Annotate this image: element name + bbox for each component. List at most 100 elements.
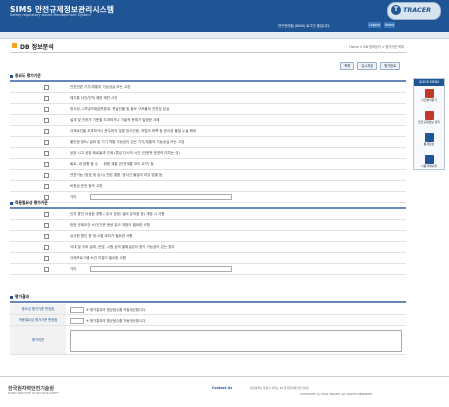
importance-criterion-text: 회로, 내 방향 중 수 ㆍ 위험 계통 (안전계통 모드 요구) 등 [70, 162, 154, 166]
applicability-etc-input[interactable] [90, 266, 232, 272]
importance-table: 안전관련 기기/계통의 기능상실 또는 고장제거통 사건/인적 제한 제반 사건… [10, 82, 406, 203]
applicability-etc-label: 기타 [70, 267, 77, 271]
importance-score-note: ※ 평가결과의 평균점수를 자동계산합니다. [86, 308, 147, 312]
list-button[interactable]: 목록 [340, 62, 355, 70]
importance-title-text: 중요도 평가기준 [15, 73, 41, 78]
importance-criterion-text: 제거통 사건/인적 제한 제반 사건 [70, 96, 118, 100]
book-icon [424, 155, 434, 164]
importance-criterion-checkbox[interactable] [44, 118, 49, 123]
importance-criterion-row: 안전기능 (방호 및 감시) 관련 결함, 방사선 물질의 과잉 방출 등 [10, 170, 406, 181]
site-logo-subtitle: Safety regulatory Issues Management Syst… [10, 13, 91, 17]
applicability-score-input[interactable] [70, 318, 84, 324]
importance-criterion-text: 비정상 운전 등의 고장 [70, 184, 103, 188]
home-button[interactable]: Home [384, 22, 395, 28]
applicability-etc-checkbox[interactable] [44, 267, 49, 272]
user-info: 연구관리팀 (KINS) 로그인 중입니다. [278, 24, 331, 28]
applicability-table: 인지 중인 이상한 경향 ( 유사 공정/ 설비 유의점 등) 개정 시 사항현… [10, 209, 406, 275]
importance-criterion-row: 안전관련 기기/계통의 기능상실 또는 고장 [10, 82, 406, 93]
applicability-criterion-text: 현장 규제요건 소관/기준 현상 유사 개정이 필요한 사항 [70, 223, 150, 227]
logout-button[interactable]: Logout [368, 22, 381, 28]
tracer-mark-icon: T [391, 5, 401, 15]
opinion-row: 평가의견 [10, 326, 406, 355]
complete-button[interactable]: 평가완료 [380, 62, 400, 70]
judgement-title-text: 평가결과 [15, 294, 29, 299]
applicability-criterion-checkbox[interactable] [44, 256, 49, 261]
contact-us-link[interactable]: Contact Us [212, 386, 232, 390]
applicability-criterion-text: 국내 및 국외 설계, 운영, 시험 상의 불확실성이 증가 가능성이 있는 경… [70, 245, 175, 249]
applicability-title-text: 적용필요성 평가기준 [15, 200, 48, 205]
applicability-criterion-checkbox[interactable] [44, 234, 49, 239]
breadcrumb: Home > DB 정보분석 > 평가기준 목록 [349, 45, 404, 49]
importance-criterion-row: 비정상 운전 등의 고장 [10, 181, 406, 192]
importance-criterion-text: 안전관련 기기/계통의 기능상실 또는 고장 [70, 85, 131, 89]
applicability-criterion-text: 유사한 원인 등 재 시험 조치가 필요한 사항 [70, 234, 133, 238]
importance-criterion-row: 설계 및 인허가 기준을 초과하거나 기술적 문제가 발생한 사례 [10, 115, 406, 126]
title-bullet-icon [12, 43, 17, 48]
applicability-criterion-text: 규제프로그램 소관 지침이 필요한 사항 [70, 256, 126, 260]
importance-score-input[interactable] [70, 307, 84, 313]
quick-menu: QUICK MENU 사건분석평가안전규제정보 관리통계정보사용자매뉴얼 [413, 78, 445, 170]
importance-criterion-text: 규제요건을 초과하거나 준수하지 않음 방사선량, 작업자 피폭 등 방사성 물… [70, 129, 197, 133]
action-buttons: 목록 임시저장 평가완료 [338, 62, 400, 70]
footer-copyright: COPYRIGHT (C) 2009 TRACER. ALL RIGHTS RE… [300, 392, 374, 396]
importance-section-title: 중요도 평가기준 [10, 73, 406, 79]
page-title: DB 정보분석 [20, 44, 54, 51]
judgement-divider [10, 301, 406, 303]
monitor-icon [424, 111, 434, 120]
importance-criterion-checkbox[interactable] [44, 184, 49, 189]
applicability-criterion-row: 현장 규제요건 소관/기준 현상 유사 개정이 필요한 사항 [10, 220, 406, 231]
applicability-criterion-checkbox[interactable] [44, 212, 49, 217]
importance-criterion-row: 불안정 정도/ 설비 및 기기 역할 가능성이 있는 기기/계통의 기능상실 또… [10, 137, 406, 148]
quick-menu-title: QUICK MENU [414, 79, 444, 86]
applicability-score-row: 적용필요성 평가기준 판정점 ※ 평가결과의 평균점수를 자동계산합니다. [10, 315, 406, 326]
importance-criterion-checkbox[interactable] [44, 151, 49, 156]
importance-criterion-checkbox[interactable] [44, 107, 49, 112]
footer-logo-subtitle: KOREA INSTITUTE OF NUCLEAR SAFETY [8, 392, 60, 395]
quick-menu-label: 사용자매뉴얼 [421, 164, 437, 168]
tracer-logo: T TRACER [387, 2, 441, 20]
applicability-criterion-text: 인지 중인 이상한 경향 ( 유사 공정/ 설비 유의점 등) 개정 시 사항 [70, 212, 165, 216]
quick-menu-item[interactable]: 사용자매뉴얼 [414, 155, 444, 174]
importance-criterion-checkbox[interactable] [44, 162, 49, 167]
section-bullet-icon [10, 201, 13, 205]
main-content: DB 정보분석 Home > DB 정보분석 > 평가기준 목록 목록 임시저장… [10, 40, 406, 370]
importance-criterion-text: 안전기능 (방호 및 감시) 관련 결함, 방사선 물질의 과잉 방출 등 [70, 173, 163, 177]
quick-menu-item[interactable]: 안전규제정보 관리 [414, 111, 444, 130]
quick-menu-item[interactable]: 사건분석평가 [414, 89, 444, 108]
footer: 한국원자력안전기술원 KOREA INSTITUTE OF NUCLEAR SA… [0, 376, 449, 407]
applicability-etc-row: 기타 [10, 264, 406, 275]
applicability-criterion-row: 유사한 원인 등 재 시험 조치가 필요한 사항 [10, 231, 406, 242]
applicability-criterion-row: 규제프로그램 소관 지침이 필요한 사항 [10, 253, 406, 264]
quick-menu-label: 안전규제정보 관리 [417, 120, 441, 124]
search-icon [424, 133, 434, 142]
applicability-criterion-row: 국내 및 국외 설계, 운영, 시험 상의 불확실성이 증가 가능성이 있는 경… [10, 242, 406, 253]
importance-criterion-row: 방사성, 1차냉각재압력경계, 격납건물 및 중요 구조물의 건전성 상실 [10, 104, 406, 115]
section-bullet-icon [10, 74, 13, 78]
quick-menu-label: 통계정보 [423, 142, 435, 146]
importance-criterion-checkbox[interactable] [44, 96, 49, 101]
opinion-textarea[interactable] [70, 330, 402, 352]
importance-criterion-checkbox[interactable] [44, 140, 49, 145]
importance-criterion-text: 불안정 정도/ 설비 및 기기 역할 가능성이 있는 기기/계통의 기능상실 또… [70, 140, 185, 144]
importance-criterion-row: 제거통 사건/인적 제한 제반 사건 [10, 93, 406, 104]
importance-criterion-checkbox[interactable] [44, 85, 49, 90]
top-header: SIMS 안전규제정보관리시스템 Safety regulatory Issue… [0, 0, 449, 32]
section-bullet-icon [10, 295, 13, 299]
importance-criterion-checkbox[interactable] [44, 129, 49, 134]
applicability-criterion-checkbox[interactable] [44, 223, 49, 228]
applicability-score-label: 적용필요성 평가기준 판정점 [10, 315, 66, 325]
title-row: DB 정보분석 Home > DB 정보분석 > 평가기준 목록 [10, 40, 406, 53]
judgement-section-title: 평가결과 [10, 294, 406, 300]
importance-criterion-text: 방사성, 1차냉각재압력경계, 격납건물 및 중요 구조물의 건전성 상실 [70, 107, 170, 111]
applicability-criterion-checkbox[interactable] [44, 245, 49, 250]
save-draft-button[interactable]: 임시저장 [357, 62, 378, 70]
importance-criterion-text: 설계 및 인허가 기준을 초과하거나 기술적 문제가 발생한 사례 [70, 118, 160, 122]
footer-address: 대전광역시 유성구 과학로 62 한국원자력안전기술원 [250, 386, 309, 390]
quick-menu-item[interactable]: 통계정보 [414, 133, 444, 152]
quick-menu-label: 사건분석평가 [421, 98, 437, 102]
importance-criterion-checkbox[interactable] [44, 173, 49, 178]
sub-bar [0, 32, 449, 39]
importance-score-row: 중요성 평가기준 판정점 ※ 평가결과의 평균점수를 자동계산합니다. [10, 304, 406, 315]
footer-logo: 한국원자력안전기술원 [8, 386, 55, 392]
importance-criterion-row: 공장 시고 공장 회로들과 관계 (특성 다시의 시간 (안정적 운영의 미치는… [10, 148, 406, 159]
